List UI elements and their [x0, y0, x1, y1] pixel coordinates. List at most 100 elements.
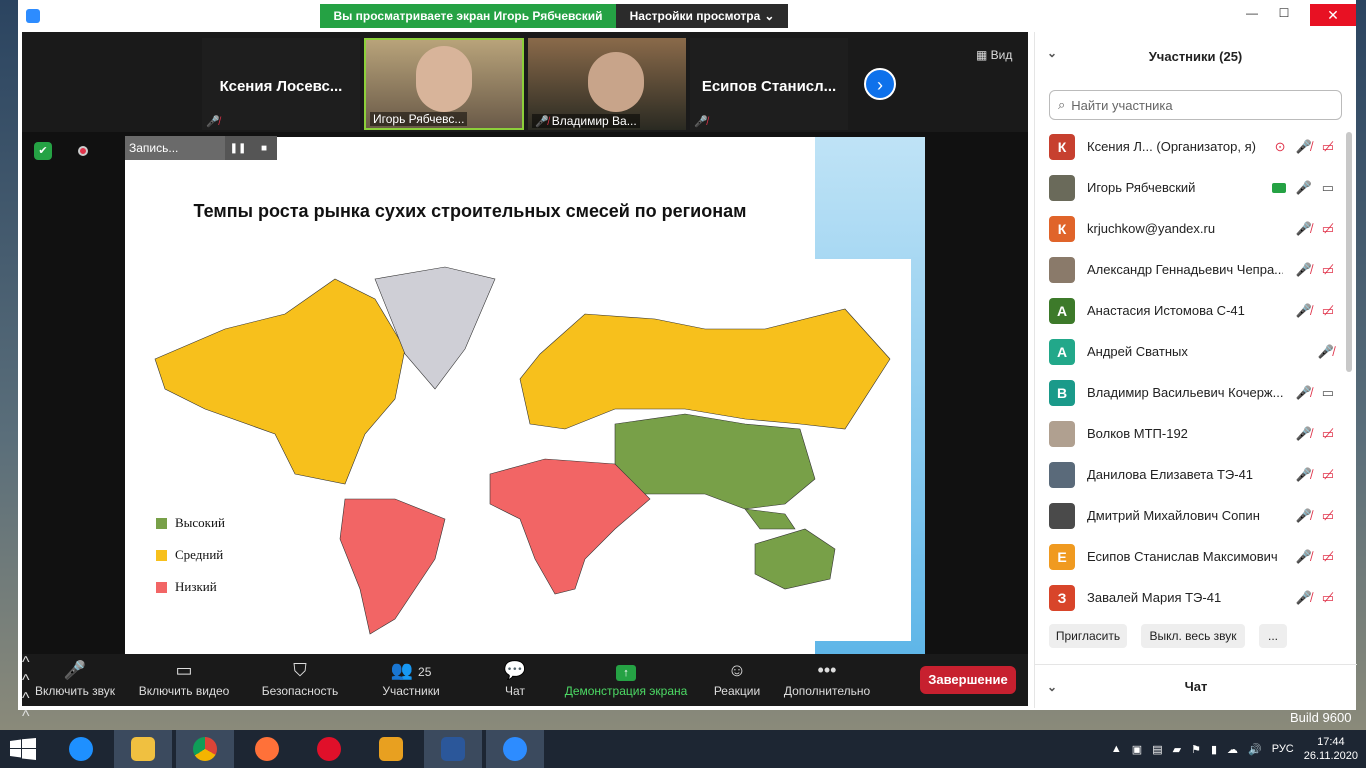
chevron-down-icon[interactable]: ⌄ — [1047, 680, 1057, 694]
participant-status-icons: 🎤̸ ▭̸ — [1296, 508, 1334, 524]
system-tray: ▲ ▣ ▤ ▰ ⚑ ▮ ☁ 🔊 РУС 17:44 26.11.2020 — [1111, 730, 1358, 768]
video-off-icon: ▭̸ — [1321, 507, 1334, 523]
view-settings-button[interactable]: Настройки просмотра ⌄ — [616, 4, 788, 28]
mic-muted-icon: 🎤̸ — [1295, 548, 1312, 564]
close-button[interactable]: ✕ — [1310, 4, 1356, 26]
slide-title: Темпы роста рынка сухих строительных сме… — [193, 201, 747, 221]
world-map-image — [154, 266, 891, 635]
word-icon[interactable] — [424, 730, 482, 768]
video-tile[interactable]: Ксения Лосевс... 🎤̸ — [202, 38, 360, 130]
participant-row[interactable]: А Андрей Сватных 🎤̸ — [1035, 331, 1356, 372]
avatar — [1049, 420, 1075, 447]
end-meeting-button[interactable]: Завершение — [920, 666, 1016, 694]
explorer-icon[interactable] — [114, 730, 172, 768]
video-icon: ▭ — [1321, 384, 1334, 400]
meeting-area: Ксения Лосевс... 🎤̸ Игорь Рябчевс... 🎤̸ В… — [22, 32, 1028, 725]
video-off-icon: ▭̸ — [1321, 220, 1334, 236]
video-off-icon: ▭̸ — [1321, 589, 1334, 605]
mute-all-button[interactable]: Выкл. весь звук — [1141, 624, 1245, 648]
participants-panel: ⌄ Участники (25) ⌕ Найти участника К Ксен… — [1034, 32, 1357, 708]
tray-app-icon[interactable]: ▣ — [1132, 743, 1142, 756]
share-screen-icon: ↑ — [562, 658, 690, 684]
security-button[interactable]: ⛉ Безопасность — [258, 658, 342, 698]
participant-video — [588, 52, 644, 112]
more-options-button[interactable]: ... — [1259, 624, 1287, 648]
opera-icon[interactable] — [300, 730, 358, 768]
participant-status-icons: 🎤̸ ▭ — [1296, 385, 1334, 401]
nvidia-icon[interactable]: ▰ — [1173, 743, 1181, 756]
flag-icon[interactable]: ⚑ — [1191, 743, 1201, 756]
video-tile-active-speaker[interactable]: Игорь Рябчевс... — [364, 38, 524, 130]
mic-muted-icon: 🎤̸ — [1295, 507, 1312, 523]
participant-row[interactable]: Волков МТП-192 🎤̸ ▭̸ — [1035, 413, 1356, 454]
map-legend: Высокий Средний Низкий — [156, 507, 225, 603]
shared-screen: ✔ Темпы роста рынка сухих строительных с… — [22, 132, 1028, 654]
shield-icon[interactable]: ✔ — [34, 142, 52, 160]
zoom-taskbar-icon[interactable] — [486, 730, 544, 768]
search-input[interactable]: ⌕ Найти участника — [1049, 90, 1342, 120]
avatar — [1049, 461, 1075, 488]
network-icon[interactable]: ▮ — [1211, 743, 1217, 756]
maximize-button[interactable]: ☐ — [1274, 6, 1294, 24]
participant-name: Дмитрий Михайлович Сопин — [1087, 508, 1260, 523]
avatar: А — [1049, 338, 1075, 365]
ie-icon[interactable] — [52, 730, 110, 768]
participant-row[interactable]: З Завалей Мария ТЭ-41 🎤̸ ▭̸ — [1035, 577, 1356, 618]
windows-start-icon[interactable] — [10, 738, 36, 760]
participant-row[interactable]: В Владимир Васильевич Кочерж... 🎤̸ ▭ — [1035, 372, 1356, 413]
participant-name: Завалей Мария ТЭ-41 — [1087, 590, 1222, 605]
video-tile[interactable]: Есипов Станисл... 🎤̸ — [690, 38, 848, 130]
windows-build-label: Build 9600 — [1290, 710, 1352, 725]
next-page-button[interactable]: › — [864, 68, 896, 100]
clock[interactable]: 17:44 26.11.2020 — [1304, 735, 1358, 763]
participant-video — [416, 46, 472, 112]
pause-icon[interactable]: ❚❚ — [225, 143, 251, 154]
notes-app-icon[interactable] — [362, 730, 420, 768]
firefox-icon[interactable] — [238, 730, 296, 768]
video-off-icon: ▭ — [175, 660, 193, 680]
minimize-button[interactable]: — — [1242, 6, 1262, 24]
tray-app-icon[interactable]: ▤ — [1152, 743, 1162, 756]
participant-list: К Ксения Л... (Организатор, я) ⊙ 🎤̸ ▭̸ Игорь … — [1035, 126, 1356, 618]
volume-icon[interactable]: 🔊 — [1248, 743, 1262, 756]
view-button[interactable]: ▦ Вид — [976, 48, 1012, 62]
participant-row[interactable]: Игорь Рябчевский 🎤 ▭ — [1035, 167, 1356, 208]
avatar — [1049, 174, 1075, 201]
chat-section-header[interactable]: ⌄ Чат — [1035, 664, 1357, 708]
invite-button[interactable]: Пригласить — [1049, 624, 1127, 648]
recording-bar: Запись... ❚❚ ■ — [125, 136, 277, 160]
avatar: В — [1049, 379, 1075, 406]
participant-row[interactable]: Дмитрий Михайлович Сопин 🎤̸ ▭̸ — [1035, 495, 1356, 536]
more-button[interactable]: ••• Дополнительно — [782, 658, 872, 698]
participant-name: Анастасия Истомова С-41 — [1087, 303, 1245, 318]
chevron-down-icon[interactable]: ⌄ — [1047, 46, 1057, 60]
participant-row[interactable]: Данилова Елизавета ТЭ-41 🎤̸ ▭̸ — [1035, 454, 1356, 495]
participant-row[interactable]: К Ксения Л... (Организатор, я) ⊙ 🎤̸ ▭̸ — [1035, 126, 1356, 167]
reactions-button[interactable]: ☺ Реакции — [712, 658, 762, 698]
avatar: З — [1049, 584, 1075, 611]
chevron-up-icon[interactable]: ^ — [22, 708, 1028, 726]
participant-caption: Игорь Рябчевс... — [370, 112, 468, 126]
participant-row[interactable]: А Анастасия Истомова С-41 🎤̸ ▭̸ — [1035, 290, 1356, 331]
legend-swatch — [156, 549, 167, 561]
mic-muted-icon: 🎤̸ — [535, 115, 549, 128]
onedrive-icon[interactable]: ☁ — [1227, 743, 1238, 756]
unmute-button[interactable]: 🎤 Включить звук — [30, 658, 120, 698]
chat-button[interactable]: 💬 Чат — [500, 658, 530, 698]
share-screen-button[interactable]: ↑ Демонстрация экрана — [562, 658, 690, 698]
video-off-icon: ▭̸ — [1321, 466, 1334, 482]
participant-row[interactable]: Александр Геннадьевич Чепра... 🎤̸ ▭̸ — [1035, 249, 1356, 290]
more-icon: ••• — [817, 660, 837, 680]
video-tile[interactable]: 🎤̸ Владимир Ва... — [528, 38, 686, 130]
participant-row[interactable]: Е Есипов Станислав Максимович 🎤̸ ▭̸ — [1035, 536, 1356, 577]
participant-name: Есипов Станислав Максимович — [1087, 549, 1278, 564]
start-video-button[interactable]: ▭ Включить видео — [134, 658, 234, 698]
mic-muted-icon: 🎤̸ — [1295, 138, 1312, 154]
stop-icon[interactable]: ■ — [251, 143, 277, 154]
participant-row[interactable]: Кkrjuchkow@yandex.ru 🎤̸ ▭̸ — [1035, 208, 1356, 249]
participants-button[interactable]: 👥 25 Участники — [378, 658, 444, 698]
tray-arrow-icon[interactable]: ▲ — [1111, 743, 1122, 755]
chrome-icon[interactable] — [176, 730, 234, 768]
language-indicator[interactable]: РУС — [1272, 743, 1294, 755]
participant-status-icons: 🎤̸ ▭̸ — [1296, 426, 1334, 442]
